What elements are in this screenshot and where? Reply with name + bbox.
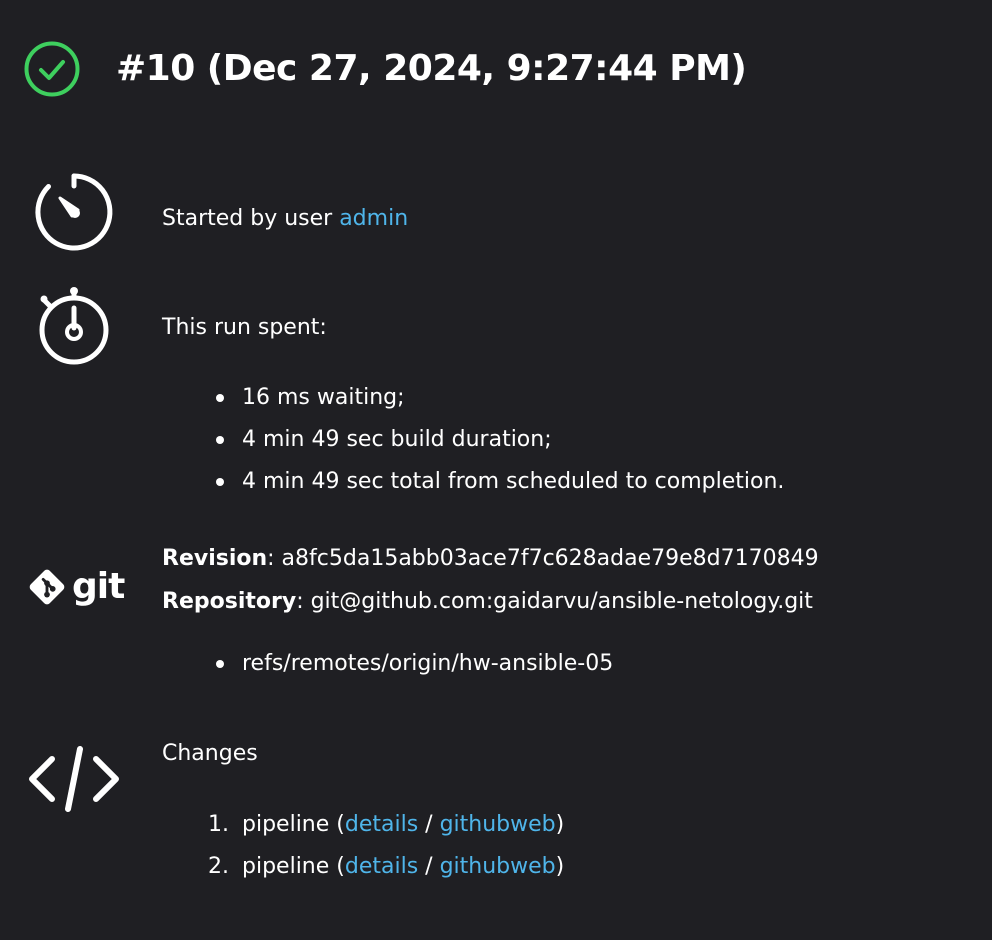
repository-value: : git@github.com:gaidarvu/ansible-netolo… bbox=[296, 589, 813, 614]
changes-heading: Changes bbox=[162, 741, 258, 766]
separator: / bbox=[418, 854, 440, 879]
trigger-section: Started by user admin bbox=[0, 170, 992, 260]
changes-section: Changes 1. pipeline (details / githubweb)… bbox=[0, 733, 992, 893]
list-number: 2. bbox=[208, 854, 229, 879]
change-name: pipeline ( bbox=[242, 812, 345, 837]
close-paren: ) bbox=[555, 854, 565, 879]
repository-label: Repository bbox=[162, 589, 297, 614]
changes-content: Changes 1. pipeline (details / githubweb)… bbox=[162, 733, 972, 888]
githubweb-link[interactable]: githubweb bbox=[440, 854, 556, 879]
git-section: git Revision: a8fc5da15abb03ace7f7c628ad… bbox=[0, 538, 992, 698]
user-link-admin[interactable]: admin bbox=[339, 206, 408, 231]
revision-label: Revision bbox=[162, 546, 268, 571]
revision-value: : a8fc5da15abb03ace7f7c628adae79e8d71708… bbox=[267, 546, 819, 571]
page-title: #10 (Dec 27, 2024, 9:27:44 PM) bbox=[116, 48, 747, 89]
list-item: 2. pipeline (details / githubweb) bbox=[162, 846, 972, 888]
git-diamond-icon bbox=[29, 569, 65, 605]
timing-section: This run spent: 16 ms waiting; 4 min 49 … bbox=[0, 285, 992, 505]
branch-list: refs/remotes/origin/hw-ansible-05 bbox=[162, 643, 972, 685]
timer-icon bbox=[35, 173, 113, 251]
timing-heading: This run spent: bbox=[162, 315, 327, 340]
git-logo-icon: git bbox=[26, 566, 125, 608]
list-item: 1. pipeline (details / githubweb) bbox=[162, 804, 972, 846]
list-item: 4 min 49 sec build duration; bbox=[162, 419, 972, 461]
list-item: refs/remotes/origin/hw-ansible-05 bbox=[162, 643, 972, 685]
build-header: #10 (Dec 27, 2024, 9:27:44 PM) bbox=[24, 40, 747, 98]
timing-content: This run spent: 16 ms waiting; 4 min 49 … bbox=[162, 307, 972, 503]
success-check-circle-icon bbox=[24, 41, 80, 97]
changes-list: 1. pipeline (details / githubweb) 2. pipel… bbox=[162, 804, 972, 888]
githubweb-link[interactable]: githubweb bbox=[440, 812, 556, 837]
timing-list: 16 ms waiting; 4 min 49 sec build durati… bbox=[162, 377, 972, 503]
git-logo-text: git bbox=[72, 566, 125, 607]
details-link[interactable]: details bbox=[345, 812, 418, 837]
separator: / bbox=[418, 812, 440, 837]
details-link[interactable]: details bbox=[345, 854, 418, 879]
list-number: 1. bbox=[208, 812, 229, 837]
trigger-text: Started by user admin bbox=[162, 198, 972, 240]
list-item: 16 ms waiting; bbox=[162, 377, 972, 419]
stopwatch-icon bbox=[39, 287, 109, 365]
revision-line: Revision: a8fc5da15abb03ace7f7c628adae79… bbox=[162, 538, 972, 580]
change-name: pipeline ( bbox=[242, 854, 345, 879]
git-content: Revision: a8fc5da15abb03ace7f7c628adae79… bbox=[162, 538, 972, 685]
repository-line: Repository: git@github.com:gaidarvu/ansi… bbox=[162, 581, 972, 623]
close-paren: ) bbox=[555, 812, 565, 837]
list-item: 4 min 49 sec total from scheduled to com… bbox=[162, 461, 972, 503]
code-brackets-icon bbox=[29, 746, 119, 812]
trigger-label: Started by user bbox=[162, 206, 340, 231]
